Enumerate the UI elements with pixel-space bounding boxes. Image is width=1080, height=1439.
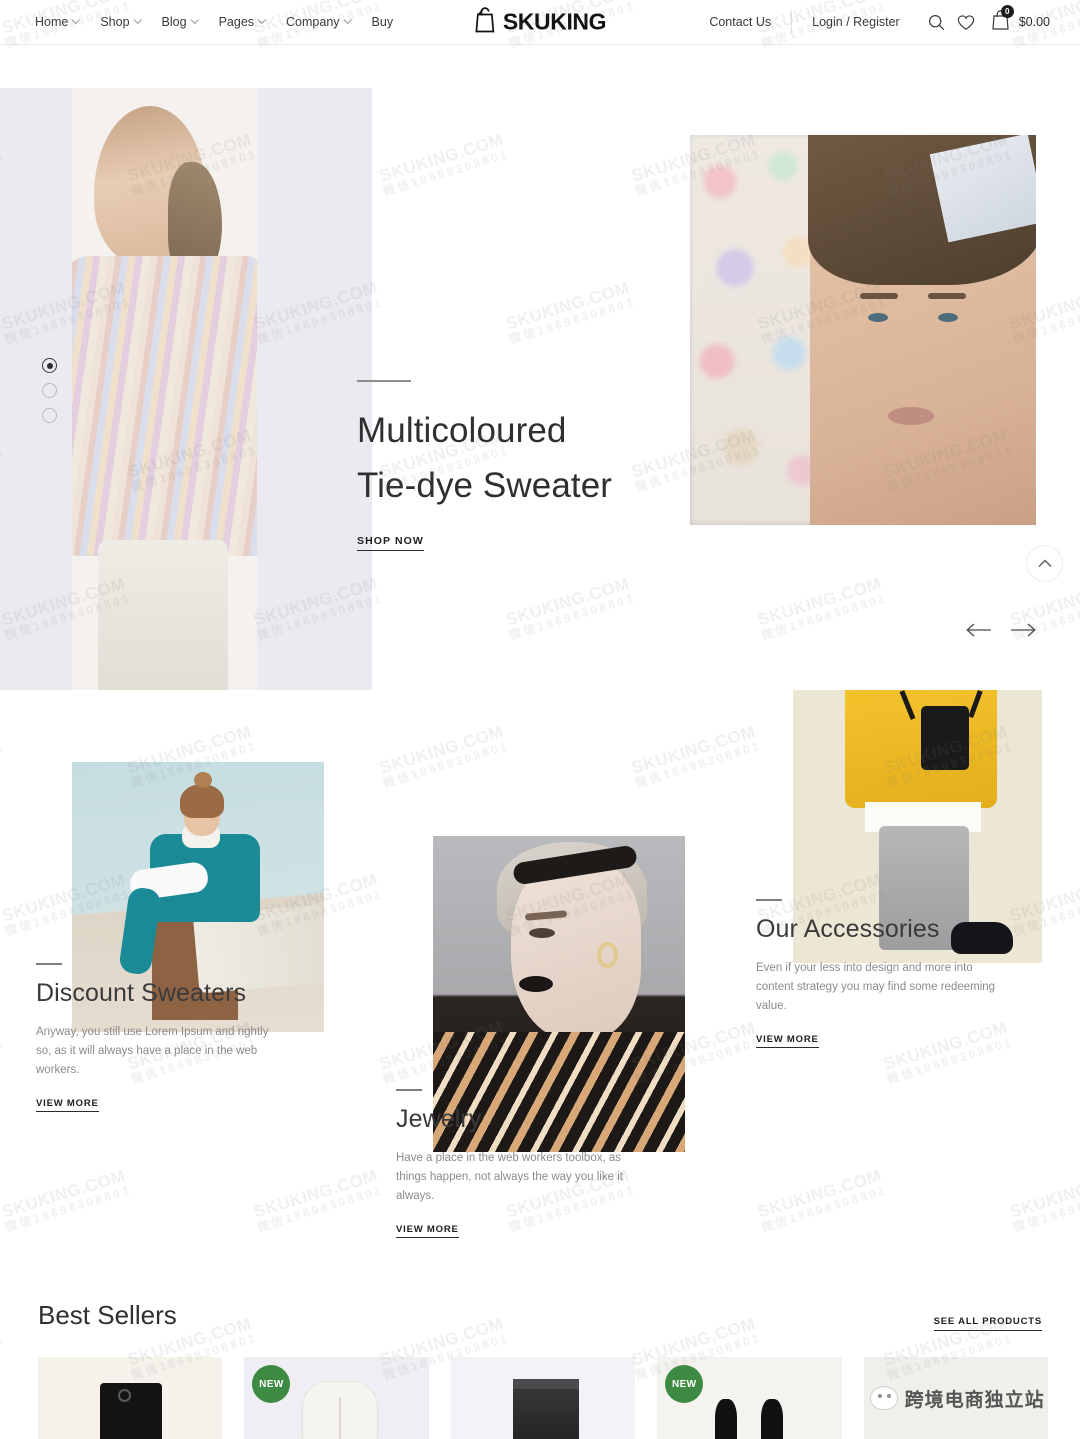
main-navigation: Home Shop Blog Pages Company Buy: [35, 15, 393, 29]
wishlist-heart-icon[interactable]: [957, 14, 975, 31]
category-title-accessories: Our Accessories: [756, 914, 940, 943]
logo-text: SKUKING: [502, 8, 607, 35]
category-rule: [36, 963, 62, 965]
header-bottom-border: [0, 44, 1080, 45]
cart-button[interactable]: 0: [991, 4, 1014, 35]
search-icon[interactable]: [928, 14, 945, 31]
hero-model-image: [72, 88, 257, 690]
shopping-bag-icon: [474, 7, 496, 38]
nav-item-blog[interactable]: Blog: [161, 15, 199, 29]
category-desc-accessories: Even if your less into design and more i…: [756, 961, 996, 1013]
nav-item-home[interactable]: Home: [35, 15, 81, 29]
nav-label: Shop: [100, 15, 130, 29]
category-rule: [756, 899, 782, 901]
nav-label: Blog: [161, 15, 187, 29]
hero-copy: Multicoloured Tie-dye Sweater SHOP NOW: [357, 380, 687, 552]
product-image: [100, 1383, 162, 1439]
product-image: [715, 1399, 738, 1439]
wechat-icon: [869, 1386, 898, 1410]
nav-label: Pages: [218, 15, 255, 29]
site-logo[interactable]: SKUKING: [474, 7, 607, 38]
watermark-text: SKUKING.COM微信18698308801: [1007, 1165, 1080, 1235]
watermark-text: SKUKING.COM微信18698308801: [755, 1165, 889, 1235]
carousel-prev-button[interactable]: [965, 622, 992, 643]
login-register-link[interactable]: Login / Register: [792, 15, 916, 29]
new-badge: NEW: [252, 1365, 291, 1403]
wechat-promo-overlay: 跨境电商独立站: [864, 1357, 1048, 1439]
carousel-dots: [42, 358, 57, 423]
view-more-sweaters[interactable]: VIEW MORE: [36, 1098, 99, 1112]
contact-us-link[interactable]: Contact Us: [709, 15, 791, 29]
product-detail: [339, 1397, 342, 1439]
cart-count-badge: 0: [1000, 4, 1014, 18]
carousel-dot-1[interactable]: [42, 358, 57, 373]
category-card-jewelry: Jewelry Have a place in the web workers …: [396, 1089, 646, 1238]
nav-item-buy[interactable]: Buy: [372, 15, 394, 29]
watermark-text: SKUKING.COM微信18698308801: [629, 721, 763, 791]
category-desc-sweaters: Anyway, you still use Lorem Ipsum and ri…: [36, 1025, 269, 1077]
watermark-text: SKUKING.COM微信18698308801: [0, 1314, 7, 1383]
view-more-jewelry[interactable]: VIEW MORE: [396, 1224, 459, 1238]
carousel-dot-3[interactable]: [42, 408, 57, 423]
watermark-text: SKUKING.COM微信18698308801: [251, 1165, 385, 1235]
watermark-text: SKUKING.COM微信18698308801: [0, 1165, 133, 1235]
category-title-jewelry: Jewelry: [396, 1104, 482, 1133]
category-card-accessories: Our Accessories Even if your less into d…: [756, 899, 1006, 1048]
category-title-sweaters: Discount Sweaters: [36, 978, 247, 1007]
product-card[interactable]: NEW: [657, 1357, 842, 1439]
chevron-down-icon: [190, 15, 199, 25]
product-detail: [118, 1389, 131, 1402]
carousel-dot-2[interactable]: [42, 383, 57, 398]
hero-title-line2: Tie-dye Sweater: [357, 465, 613, 505]
arrow-left-icon: [966, 623, 991, 637]
watermark-text: SKUKING.COM微信18698308801: [377, 721, 511, 791]
shop-now-button[interactable]: SHOP NOW: [357, 535, 424, 552]
hero-title-line1: Multicoloured: [357, 410, 567, 450]
arrow-right-icon: [1011, 623, 1036, 637]
watermark-text: SKUKING.COM微信18698308801: [0, 1018, 7, 1087]
product-card[interactable]: 跨境电商独立站: [863, 1357, 1049, 1439]
cart-total: $0.00: [1018, 15, 1050, 29]
category-card-sweaters: Discount Sweaters Anyway, you still use …: [36, 963, 286, 1112]
new-badge: NEW: [665, 1365, 704, 1403]
chevron-down-icon: [71, 15, 81, 25]
see-all-products-link[interactable]: SEE ALL PRODUCTS: [933, 1316, 1042, 1331]
nav-label: Home: [35, 15, 69, 29]
chevron-down-icon: [133, 15, 142, 25]
nav-item-pages[interactable]: Pages: [218, 15, 266, 29]
product-detail: [512, 1379, 579, 1389]
category-rule: [396, 1089, 422, 1091]
carousel-next-button[interactable]: [1010, 622, 1037, 643]
nav-label: Buy: [371, 15, 394, 29]
nav-item-shop[interactable]: Shop: [100, 15, 142, 29]
product-card[interactable]: NEW: [244, 1357, 429, 1439]
product-card[interactable]: [450, 1357, 636, 1439]
category-desc-jewelry: Have a place in the web workers toolbox,…: [396, 1151, 623, 1203]
hero-carousel: Multicoloured Tie-dye Sweater SHOP NOW: [0, 88, 1080, 690]
wechat-promo-text: 跨境电商独立站: [904, 1388, 1045, 1411]
view-more-accessories[interactable]: VIEW MORE: [756, 1034, 819, 1048]
hero-title: Multicoloured Tie-dye Sweater: [357, 403, 687, 514]
chevron-down-icon: [342, 15, 352, 25]
best-sellers-title: Best Sellers: [38, 1300, 177, 1330]
header-actions: Contact Us Login / Register 0 $0.00: [709, 4, 1050, 35]
hero-rule: [357, 380, 411, 382]
product-image: [761, 1399, 784, 1439]
hero-secondary-image: [690, 135, 1036, 525]
product-card[interactable]: [38, 1357, 223, 1439]
nav-label: Company: [286, 15, 340, 29]
best-sellers-header: Best Sellers SEE ALL PRODUCTS: [38, 1300, 1042, 1331]
site-header: Home Shop Blog Pages Company Buy SKUKING…: [0, 0, 1080, 44]
nav-item-company[interactable]: Company: [286, 15, 352, 29]
chevron-down-icon: [257, 15, 266, 25]
scroll-to-top-button[interactable]: [1026, 545, 1063, 582]
watermark-text: SKUKING.COM微信18698308801: [0, 722, 7, 791]
chevron-up-icon: [1038, 559, 1051, 567]
product-grid: NEW NEW 跨境电商独立站: [38, 1357, 1049, 1439]
